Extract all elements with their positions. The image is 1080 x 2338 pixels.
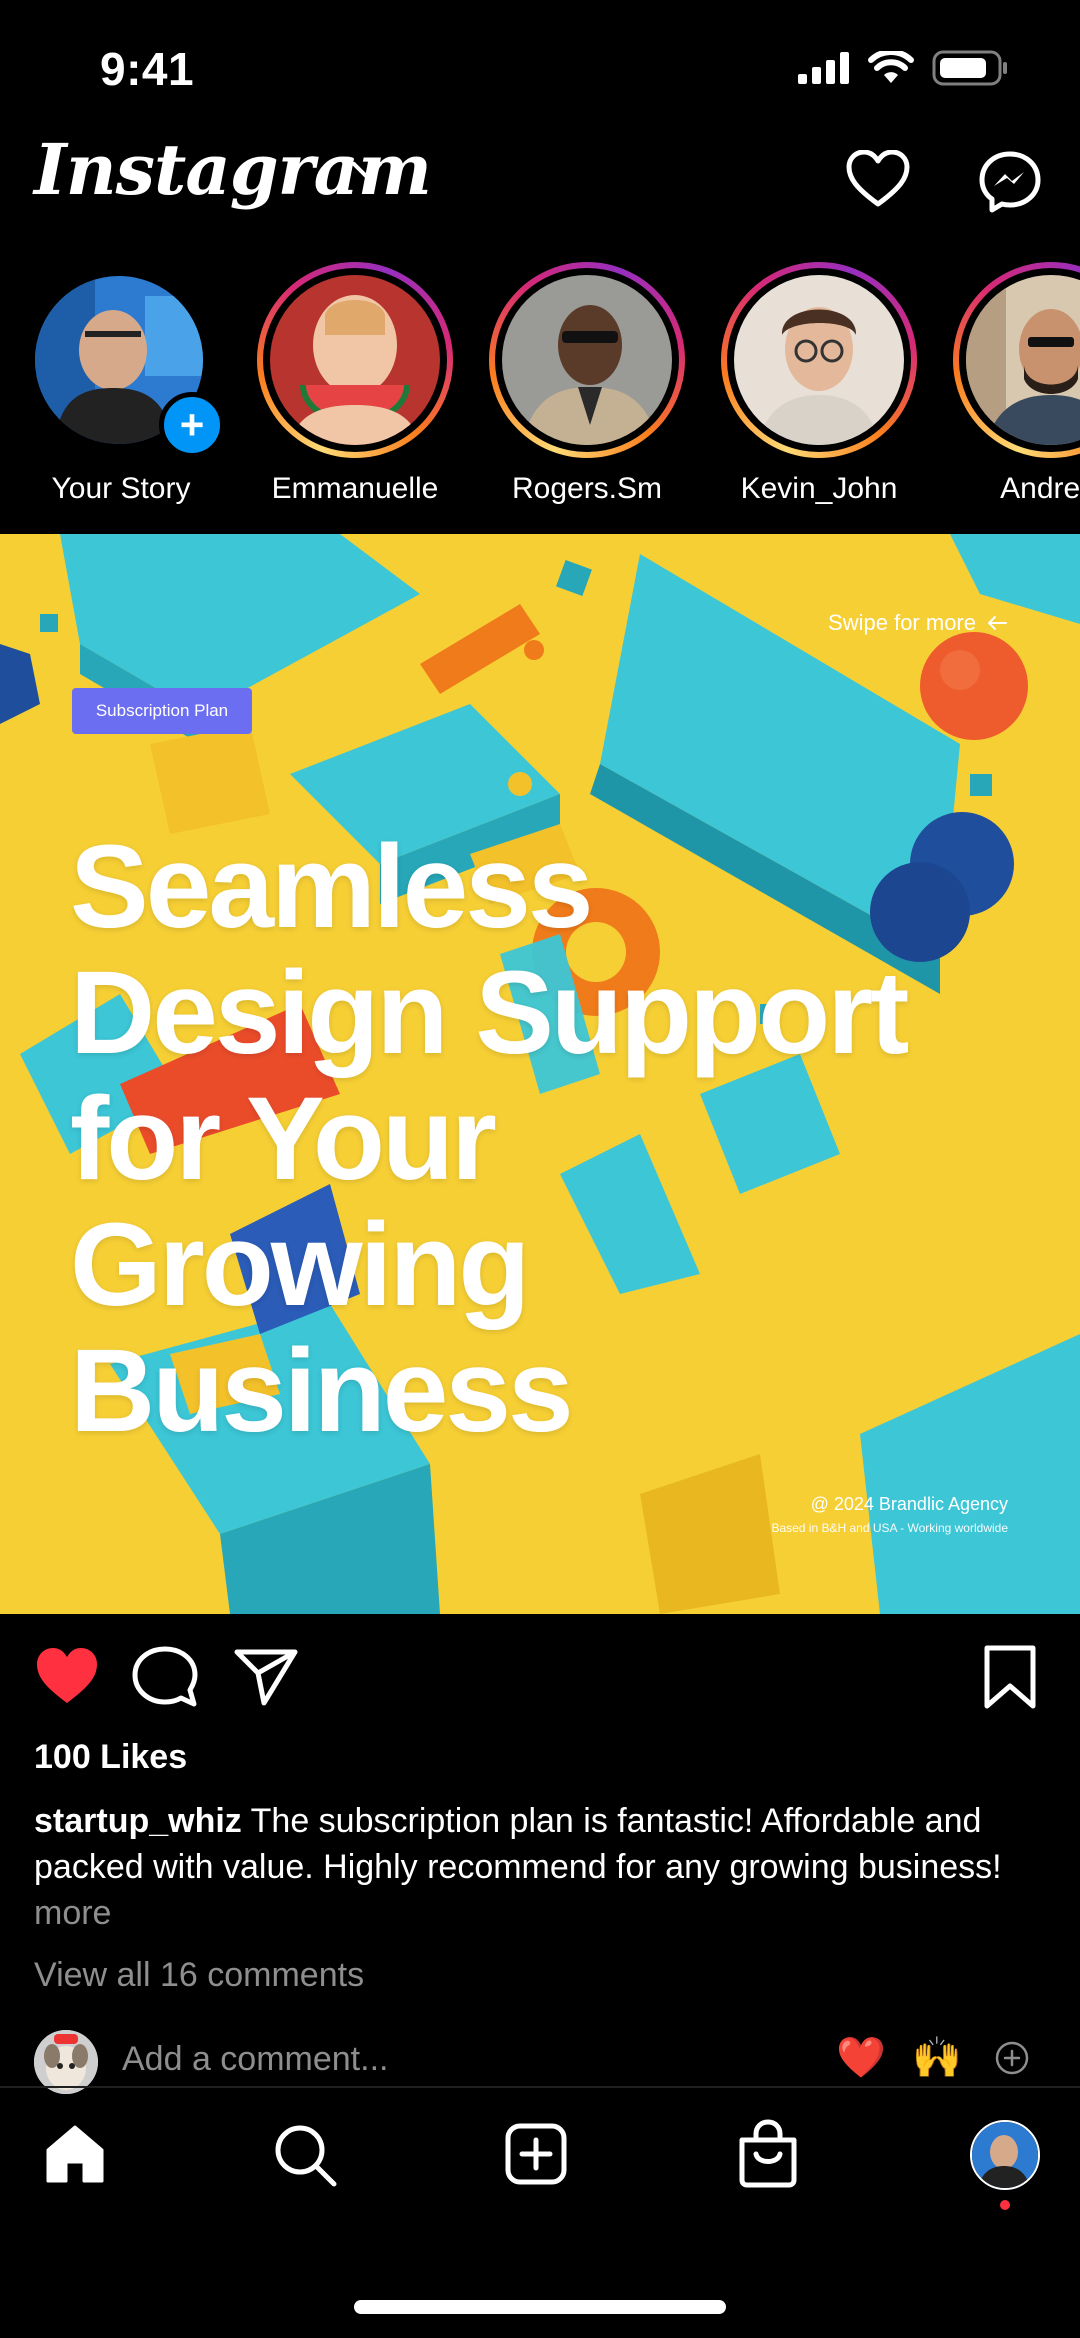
view-all-comments-link[interactable]: View all 16 comments (34, 1956, 364, 1995)
headline-line: for Your (70, 1073, 497, 1205)
avatar (502, 275, 672, 445)
quick-reaction-raised-hands[interactable]: 🙌 (912, 2034, 962, 2081)
story-name: Kevin_John (740, 472, 898, 505)
headline-line: Seamless (70, 821, 594, 953)
post-headline: Seamless Design Support for Your Growing… (70, 824, 1000, 1454)
post-caption: startup_whiz The subscription plan is fa… (34, 1798, 1044, 1936)
heart-filled-icon[interactable] (34, 1646, 100, 1706)
plus-circle-icon[interactable] (994, 2040, 1030, 2076)
subscription-plan-badge: Subscription Plan (72, 688, 252, 734)
swipe-hint-text: Swipe for more (828, 610, 976, 635)
home-icon[interactable] (44, 2124, 106, 2184)
nav-divider (0, 2086, 1080, 2088)
story-name: Your Story (51, 472, 191, 505)
story-emmanuelle[interactable]: Emmanuelle (250, 262, 460, 506)
home-indicator[interactable] (354, 2300, 726, 2314)
comment-input[interactable]: Add a comment... (122, 2040, 388, 2079)
stories-bar: + Your Story Emmanuelle Rogers.Sm Kevin_… (0, 262, 1080, 522)
battery-icon (932, 50, 1007, 86)
headline-line: Design Support (70, 947, 909, 1079)
credit-location: Based in B&H and USA - Working worldwide (771, 1521, 1008, 1535)
story-kevin-john[interactable]: Kevin_John (714, 262, 924, 506)
story-andrew[interactable]: Andrew (946, 262, 1080, 506)
headline-line: Growing (70, 1199, 531, 1331)
profile-avatar[interactable] (970, 2120, 1040, 2190)
comment-icon[interactable] (132, 1646, 198, 1708)
credit-agency: @ 2024 Brandlic Agency (810, 1494, 1008, 1514)
search-icon[interactable] (272, 2122, 338, 2188)
post-image[interactable]: Swipe for more Subscription Plan Seamles… (0, 534, 1080, 1614)
avatar (34, 2030, 98, 2094)
likes-count[interactable]: 100 Likes (34, 1738, 187, 1777)
share-icon[interactable] (234, 1648, 298, 1706)
notification-dot (1000, 2200, 1010, 2210)
heart-icon[interactable] (846, 150, 910, 208)
caption-username[interactable]: startup_whiz (34, 1802, 242, 1840)
story-rogers-sm[interactable]: Rogers.Sm (482, 262, 692, 506)
story-your-story[interactable]: + Your Story (16, 262, 226, 506)
create-icon[interactable] (504, 2122, 568, 2186)
post-credit: @ 2024 Brandlic Agency Based in B&H and … (771, 1494, 1008, 1535)
cellular-signal-icon (798, 52, 849, 84)
quick-reaction-heart[interactable]: ❤️ (836, 2034, 886, 2081)
arrow-left-icon (988, 616, 1007, 630)
swipe-hint: Swipe for more (828, 610, 1008, 636)
messenger-icon[interactable] (978, 150, 1042, 214)
wifi-icon (868, 51, 914, 83)
headline-line: Business (70, 1325, 574, 1457)
caption-more-link[interactable]: more (34, 1894, 111, 1932)
bookmark-icon[interactable] (982, 1644, 1038, 1710)
shop-icon[interactable] (736, 2118, 800, 2188)
avatar (270, 275, 440, 445)
story-name: Emmanuelle (271, 472, 439, 505)
status-icons (798, 50, 1008, 86)
add-comment-row: Add a comment... ❤️ 🙌 (0, 2030, 1080, 2094)
story-name: Rogers.Sm (511, 472, 663, 505)
chevron-down-icon[interactable] (350, 160, 384, 182)
story-name: Andrew (1000, 472, 1080, 505)
add-story-icon[interactable]: + (159, 392, 225, 458)
status-time: 9:41 (100, 43, 195, 95)
avatar (734, 275, 904, 445)
